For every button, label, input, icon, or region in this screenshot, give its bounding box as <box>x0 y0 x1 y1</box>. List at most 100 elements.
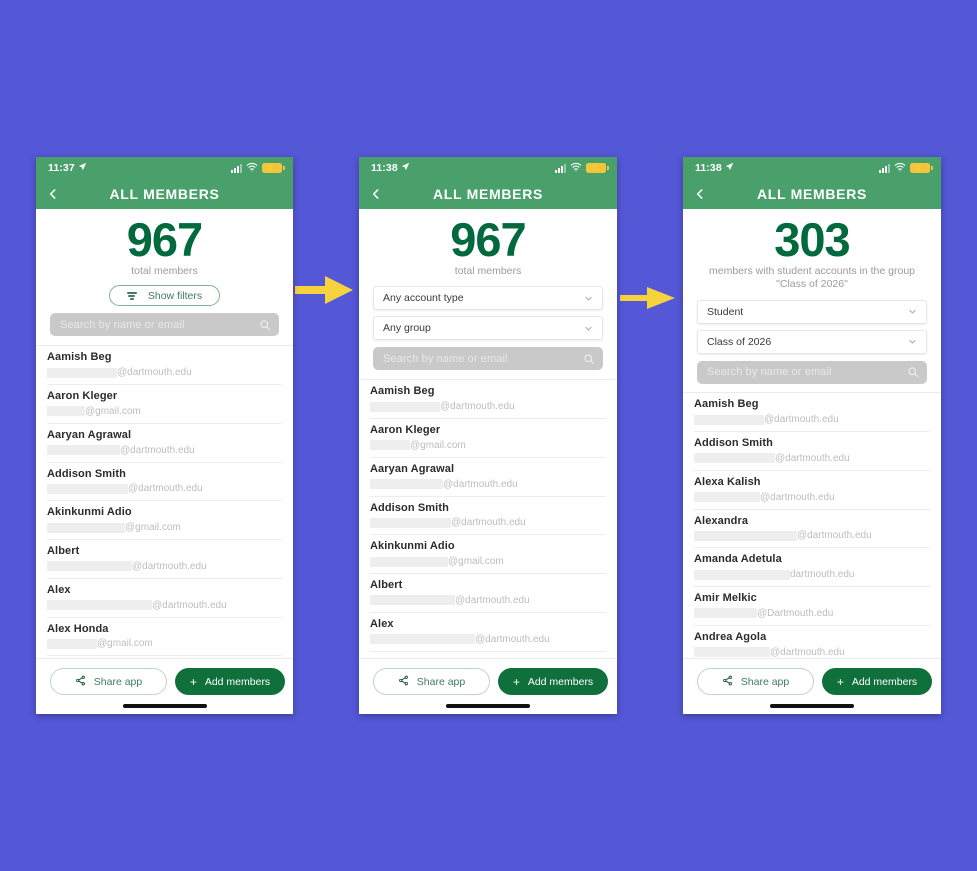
member-list[interactable]: Aamish Beg @dartmouth.edu Addison Smith @da… <box>683 392 941 658</box>
member-email-domain: @gmail.com <box>448 556 504 568</box>
back-button[interactable] <box>45 186 61 202</box>
status-left: 11:38 <box>695 162 734 174</box>
group-select-value: Class of 2026 <box>707 335 772 348</box>
member-email-domain: @dartmouth.edu <box>475 633 550 645</box>
summary-spacer <box>359 370 617 380</box>
filter-icon <box>126 292 137 300</box>
list-item[interactable]: Aamish Beg @dartmouth.edu <box>694 393 930 433</box>
filter-selects: Any account type Any group <box>373 286 603 341</box>
share-app-button[interactable]: Share app <box>373 668 490 695</box>
list-item[interactable]: Aaron Kleger @gmail.com <box>47 385 282 424</box>
list-item[interactable]: Amanda Adetula dartmouth.edu <box>694 548 930 588</box>
member-email: @dartmouth.edu <box>47 444 282 457</box>
member-email: @dartmouth.edu <box>694 452 930 465</box>
search-input[interactable]: Search by name or email <box>697 360 927 384</box>
chevron-down-icon <box>584 294 593 303</box>
flow-arrow-2 <box>620 287 675 309</box>
list-item[interactable]: Aaron Kleger @gmail.com <box>370 419 606 458</box>
home-indicator[interactable] <box>446 704 530 708</box>
member-name: Andrea Agola <box>694 630 767 643</box>
summary-panel: 967 total members Show filters Search by na… <box>36 209 293 337</box>
member-email-domain: @dartmouth.edu <box>443 478 518 490</box>
status-right: ⚡ <box>555 159 609 177</box>
list-item[interactable]: Akinkunmi Adio @gmail.com <box>370 535 606 575</box>
redaction-bar <box>370 595 455 606</box>
home-indicator-area <box>36 698 293 714</box>
member-email-domain: @dartmouth.edu <box>760 491 835 503</box>
list-item[interactable]: Alex Honda @gmail.com <box>47 618 282 657</box>
member-email: @gmail.com <box>47 637 282 650</box>
back-button[interactable] <box>368 186 384 202</box>
list-item[interactable]: Alexandra @dartmouth.edu <box>694 510 930 549</box>
list-item[interactable]: Alexa Kalish @dartmouth.edu <box>694 471 930 510</box>
share-app-button[interactable]: Share app <box>697 668 814 695</box>
list-item[interactable]: Albert @dartmouth.edu <box>47 540 282 579</box>
search-input[interactable]: Search by name or email <box>50 313 279 337</box>
share-app-label: Share app <box>740 675 790 688</box>
wifi-icon <box>570 159 582 177</box>
member-name: Aamish Beg <box>694 398 759 411</box>
member-email-domain: @Dartmouth.edu <box>757 607 834 619</box>
list-item[interactable]: Aamish Beg @dartmouth.edu <box>47 346 282 386</box>
list-item[interactable]: Aamish Beg @dartmouth.edu <box>370 380 606 420</box>
share-app-label: Share app <box>93 675 143 688</box>
status-right: ⚡ <box>231 159 285 177</box>
summary-panel: 303 members with student accounts in the … <box>683 209 941 384</box>
list-item[interactable]: Akinkunmi Adio @gmail.com <box>47 501 282 541</box>
list-item[interactable]: Addison Smith @dartmouth.edu <box>370 497 606 536</box>
show-filters-label: Show filters <box>147 289 203 302</box>
member-email-domain: @dartmouth.edu <box>455 594 530 606</box>
battery-charging-icon: ⚡ <box>586 163 609 173</box>
share-icon <box>75 675 86 689</box>
member-name: Albert <box>47 545 80 558</box>
add-members-button[interactable]: + Add members <box>498 668 608 695</box>
member-email-domain: @dartmouth.edu <box>120 444 195 456</box>
account-type-select-value: Any account type <box>383 292 464 305</box>
list-item[interactable]: Alex @dartmouth.edu <box>370 613 606 652</box>
redaction-bar <box>370 556 448 567</box>
group-select-value: Any group <box>383 322 431 335</box>
member-email: @dartmouth.edu <box>370 594 606 607</box>
list-item[interactable]: Amir Melkic @Dartmouth.edu <box>694 587 930 626</box>
list-item[interactable]: Aaryan Agrawal @dartmouth.edu <box>370 458 606 497</box>
member-name: Amanda Adetula <box>694 553 782 566</box>
account-type-select[interactable]: Any account type <box>373 286 603 311</box>
status-bar: 11:38 ⚡ <box>683 157 941 179</box>
wifi-icon <box>246 159 258 177</box>
list-item[interactable]: Andrea Agola @dartmouth.edu <box>694 626 930 658</box>
member-name: Addison Smith <box>694 437 773 450</box>
list-item[interactable]: Addison Smith @dartmouth.edu <box>47 463 282 502</box>
member-name: Alex <box>370 617 394 630</box>
add-members-button[interactable]: + Add members <box>822 668 932 695</box>
status-left: 11:37 <box>48 162 87 174</box>
member-email: @gmail.com <box>370 555 606 568</box>
back-button[interactable] <box>692 186 708 202</box>
member-email-domain: @dartmouth.edu <box>764 414 839 426</box>
signal-bars-icon <box>231 163 242 173</box>
add-members-label: Add members <box>527 675 594 688</box>
list-item[interactable]: Alex @dartmouth.edu <box>47 579 282 618</box>
search-icon <box>583 353 595 365</box>
redaction-bar <box>694 569 790 580</box>
redaction-bar <box>47 638 97 649</box>
share-app-button[interactable]: Share app <box>50 668 167 695</box>
home-indicator[interactable] <box>122 704 207 708</box>
list-item[interactable]: Aaryan Agrawal @dartmouth.edu <box>47 424 282 463</box>
account-type-select[interactable]: Student <box>697 299 927 324</box>
show-filters-button[interactable]: Show filters <box>108 285 221 307</box>
group-select[interactable]: Class of 2026 <box>697 329 927 354</box>
add-members-button[interactable]: + Add members <box>175 668 285 695</box>
group-select[interactable]: Any group <box>373 316 603 341</box>
redaction-bar <box>47 600 152 611</box>
list-item[interactable]: Albert @dartmouth.edu <box>370 574 606 613</box>
member-count: 967 <box>450 213 526 266</box>
home-indicator-area <box>683 698 941 714</box>
show-filters-row: Show filters <box>50 285 279 307</box>
member-name: Addison Smith <box>370 501 449 514</box>
member-list[interactable]: Aamish Beg @dartmouth.edu Aaron Kleger @gma… <box>359 379 617 658</box>
list-item[interactable]: Addison Smith @dartmouth.edu <box>694 432 930 471</box>
home-indicator[interactable] <box>770 704 854 708</box>
member-list[interactable]: Aamish Beg @dartmouth.edu Aaron Kleger @gma… <box>36 345 293 658</box>
search-input[interactable]: Search by name or email <box>373 347 603 371</box>
member-email-domain: @gmail.com <box>97 638 153 650</box>
